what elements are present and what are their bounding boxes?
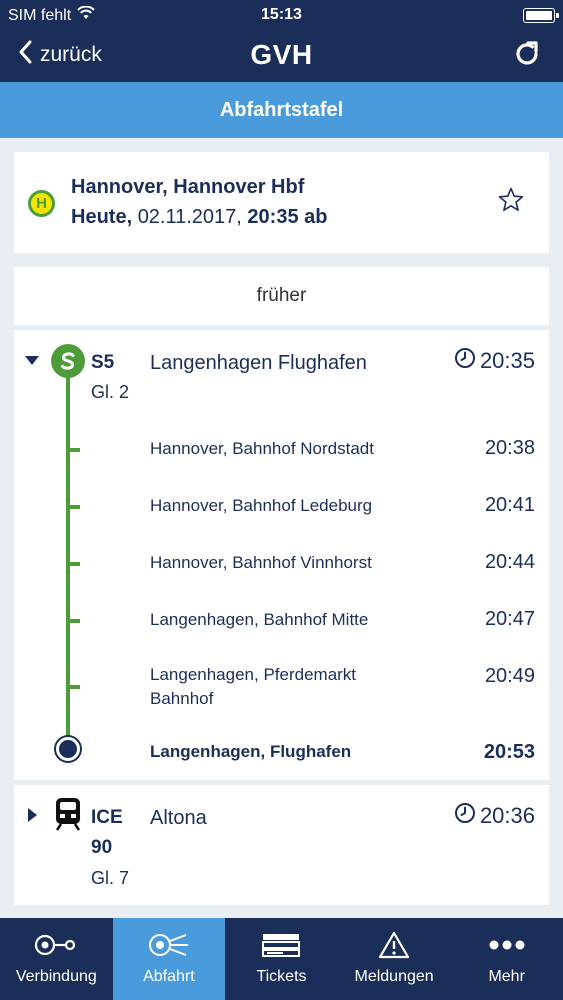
tab-label: Verbindung [15, 968, 97, 985]
stop-name: Langenhagen, Bahnhof Mitte [150, 610, 369, 629]
line-name: ICE [91, 807, 123, 828]
tab-label: Mehr [488, 968, 525, 985]
stop-time: 20:44 [484, 551, 535, 573]
expand-triangle-icon[interactable] [27, 807, 39, 828]
tab-label: Abfahrt [143, 968, 195, 985]
tab-verbindung[interactable]: Verbindung [0, 918, 113, 1000]
star-icon [497, 187, 525, 218]
departure-time: 20:35 [454, 347, 535, 375]
departure-time-value: 20:36 [479, 803, 535, 828]
final-stop-name: Langenhagen, Flughafen [150, 742, 352, 761]
stop-name: Hannover, Bahnhof Vinnhorst [150, 553, 372, 572]
station-name: Hannover, Hannover Hbf [71, 176, 305, 198]
tab-bar: Verbindung Abfahrt Tickets Meldungen Meh… [0, 918, 563, 1000]
more-icon [450, 930, 563, 960]
departure-row[interactable]: S5 Gl. 2 Langenhagen Flughafen 20:35 Han… [14, 330, 549, 780]
departure-time: 20:36 [454, 802, 535, 830]
route-line-graphic [66, 360, 80, 748]
stop-time: 20:38 [484, 437, 535, 459]
favorite-button[interactable] [497, 186, 525, 219]
final-stop-icon [56, 737, 80, 761]
earlier-button[interactable]: früher [14, 267, 549, 325]
station-date: 02.11.2017, [137, 206, 242, 228]
station-day: Heute, [71, 206, 133, 228]
connection-icon [0, 930, 113, 960]
tab-mehr[interactable]: Mehr [450, 918, 563, 1000]
tab-tickets[interactable]: Tickets [225, 918, 338, 1000]
destination: Langenhagen Flughafen [150, 352, 367, 374]
warning-icon [338, 930, 451, 960]
app-title: GVH [250, 39, 313, 70]
destination: Altona [150, 807, 207, 829]
departure-row[interactable]: ICE 90 Gl. 7 Altona 20:36 [14, 785, 549, 905]
tickets-icon [225, 930, 338, 960]
section-title: Abfahrtstafel [0, 82, 563, 138]
train-icon [54, 797, 82, 836]
battery-icon [523, 8, 559, 23]
refresh-icon [513, 41, 541, 72]
bus-stop-icon: H [28, 190, 55, 217]
clock-icon [454, 802, 476, 830]
track-label: Gl. 2 [91, 382, 130, 402]
status-time: 15:13 [261, 6, 302, 23]
station-card: H Hannover, Hannover Hbf Heute, 02.11.20… [14, 152, 549, 253]
stop-name: Hannover, Bahnhof Ledeburg [150, 496, 373, 515]
stop-time: 20:49 [484, 665, 535, 687]
departure-time-value: 20:35 [479, 348, 535, 373]
stop-name: Langenhagen, Pferdemarkt Bahnhof [150, 665, 357, 708]
track-label: Gl. 7 [91, 868, 130, 888]
stop-icon-letter: H [36, 195, 47, 212]
station-time: 20:35 ab [247, 206, 328, 228]
departure-icon [113, 930, 226, 960]
clock-icon [454, 347, 476, 375]
final-stop-time: 20:53 [483, 741, 535, 763]
station-datetime: Heute, 02.11.2017, 20:35 ab [71, 206, 327, 229]
tab-abfahrt[interactable]: Abfahrt [112, 918, 226, 1000]
line-number: 90 [91, 837, 113, 858]
stop-time: 20:47 [484, 608, 535, 630]
navigation-bar: zurück GVH [0, 30, 563, 82]
stop-name: Hannover, Bahnhof Nordstadt [150, 439, 374, 458]
tab-label: Tickets [256, 968, 307, 985]
tab-meldungen[interactable]: Meldungen [338, 918, 451, 1000]
refresh-button[interactable] [513, 40, 541, 73]
line-name: S5 [91, 352, 115, 373]
tab-label: Meldungen [354, 968, 434, 985]
status-bar: SIM fehlt 15:13 [0, 0, 563, 30]
stop-time: 20:41 [484, 494, 535, 516]
sbahn-icon [51, 344, 85, 378]
